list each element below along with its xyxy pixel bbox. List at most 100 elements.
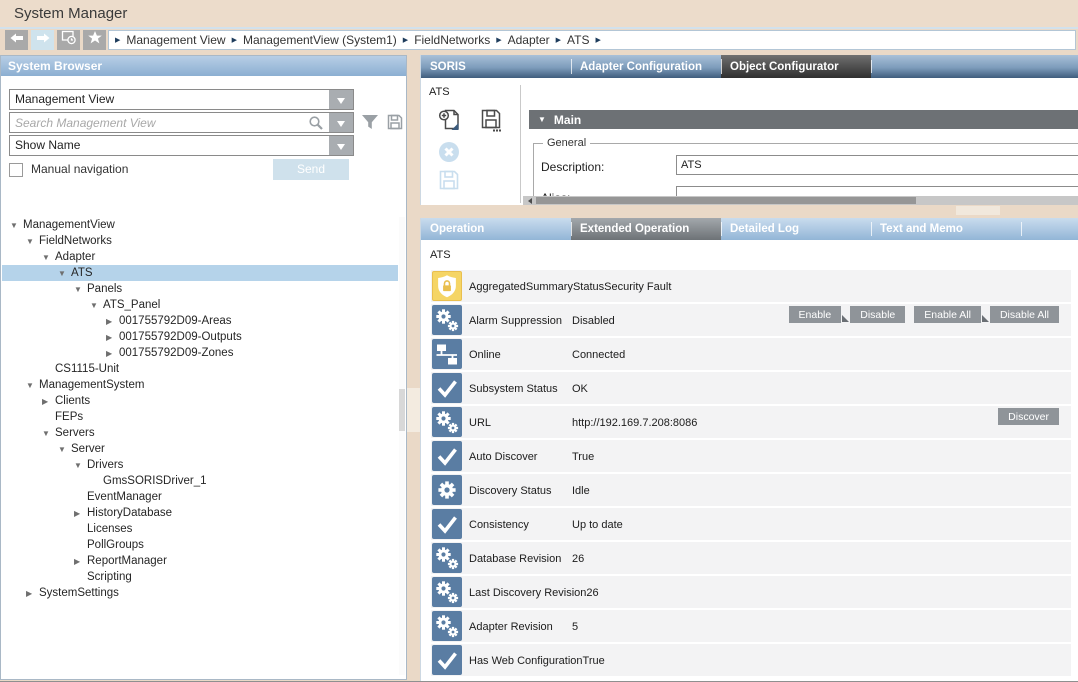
horizontal-scrollbar[interactable]	[523, 196, 1078, 205]
favorites-button[interactable]	[83, 30, 106, 50]
pane-splitter-handle[interactable]	[956, 206, 1000, 215]
view-selector-dropdown[interactable]: Management View	[9, 89, 354, 110]
save-icon[interactable]	[478, 107, 504, 133]
horizontal-scrollbar-thumb[interactable]	[536, 197, 916, 204]
tree-item-ats[interactable]: ▼ATS	[2, 265, 398, 281]
property-name: Consistency	[469, 509, 572, 541]
tree-scrollbar-track[interactable]	[399, 217, 405, 675]
display-mode-dropdown[interactable]: Show Name	[9, 135, 354, 156]
breadcrumb-item-management-view[interactable]: Management View	[126, 33, 225, 47]
tab-object-configurator[interactable]: Object Configurator	[721, 55, 871, 78]
filter-icon[interactable]	[361, 114, 379, 135]
tree-item-server[interactable]: ▼Server	[2, 441, 398, 457]
tree-item-001755792d09-areas[interactable]: ▶001755792D09-Areas	[2, 313, 398, 329]
disable-all-button[interactable]: Disable All	[990, 306, 1059, 323]
tab-separator	[871, 60, 872, 74]
expand-arrow-icon[interactable]: ▼	[42, 253, 55, 262]
check-icon	[432, 645, 462, 675]
tree-item-scripting[interactable]: Scripting	[2, 569, 398, 585]
discover-button[interactable]: Discover	[998, 408, 1059, 425]
tree-item-managementview[interactable]: ▼ManagementView	[2, 217, 398, 233]
expand-arrow-icon[interactable]: ▼	[10, 221, 23, 230]
property-buttons: Enable Disable Enable All Disable All	[789, 306, 1059, 323]
tree-item-feps[interactable]: FEPs	[2, 409, 398, 425]
description-field[interactable]	[676, 155, 1078, 175]
tree-item-managementsystem[interactable]: ▼ManagementSystem	[2, 377, 398, 393]
tab-text-and-memo[interactable]: Text and Memo	[871, 218, 1021, 240]
tree-item-label: ManagementView	[23, 219, 115, 231]
breadcrumb-item-fieldnetworks[interactable]: FieldNetworks	[414, 33, 490, 47]
tree-item-ats-panel[interactable]: ▼ATS_Panel	[2, 297, 398, 313]
property-row-has-web-configuration: Has Web ConfigurationTrue	[431, 644, 1071, 676]
view-selector-value: Management View	[15, 92, 114, 106]
tab-soris[interactable]: SORIS	[421, 55, 571, 78]
tree-item-pollgroups[interactable]: PollGroups	[2, 537, 398, 553]
tab-adapter-configuration[interactable]: Adapter Configuration	[571, 55, 721, 78]
tab-extended-operation[interactable]: Extended Operation	[571, 218, 721, 240]
property-value: Disabled	[572, 315, 615, 327]
tree-item-eventmanager[interactable]: EventManager	[2, 489, 398, 505]
tab-detailed-log[interactable]: Detailed Log	[721, 218, 871, 240]
expand-arrow-icon[interactable]: ▼	[58, 445, 71, 454]
send-button[interactable]: Send	[273, 159, 349, 180]
expand-arrow-icon[interactable]: ▼	[90, 301, 103, 310]
save-filter-icon[interactable]	[386, 113, 404, 136]
expand-arrow-icon[interactable]: ▼	[58, 269, 71, 278]
expand-arrow-icon[interactable]: ▶	[26, 589, 39, 598]
manual-navigation-checkbox[interactable]	[9, 163, 23, 177]
breadcrumb-item-managementview-system1[interactable]: ManagementView (System1)	[243, 33, 397, 47]
expand-arrow-icon[interactable]: ▶	[74, 509, 87, 518]
back-button[interactable]	[5, 30, 28, 50]
tree-item-panels[interactable]: ▼Panels	[2, 281, 398, 297]
tree-item-clients[interactable]: ▶Clients	[2, 393, 398, 409]
expand-arrow-icon[interactable]: ▼	[26, 237, 39, 246]
main-section-header[interactable]: ▼ Main	[529, 110, 1078, 129]
expand-arrow-icon[interactable]: ▼	[74, 285, 87, 294]
expand-arrow-icon[interactable]: ▶	[106, 317, 119, 326]
breadcrumb[interactable]: ▶Management View▶ManagementView (System1…	[108, 30, 1076, 50]
property-row-subsystem-status: Subsystem StatusOK	[431, 372, 1071, 404]
property-value: Security Fault	[604, 281, 671, 293]
forward-button[interactable]	[31, 30, 54, 50]
expand-arrow-icon[interactable]: ▼	[26, 381, 39, 390]
tree-item-001755792d09-outputs[interactable]: ▶001755792D09-Outputs	[2, 329, 398, 345]
recent-views-button[interactable]	[57, 30, 80, 50]
tree-item-servers[interactable]: ▼Servers	[2, 425, 398, 441]
property-name: Discovery Status	[469, 475, 572, 507]
tree-item-reportmanager[interactable]: ▶ReportManager	[2, 553, 398, 569]
tree-item-adapter[interactable]: ▼Adapter	[2, 249, 398, 265]
import-object-icon[interactable]	[436, 107, 462, 133]
breadcrumb-item-adapter[interactable]: Adapter	[508, 33, 550, 47]
tree-item-systemsettings[interactable]: ▶SystemSettings	[2, 585, 398, 601]
enable-all-button[interactable]: Enable All	[914, 306, 981, 323]
chevron-down-icon[interactable]	[328, 136, 353, 155]
tree-item-drivers[interactable]: ▼Drivers	[2, 457, 398, 473]
gears-icon	[432, 407, 462, 437]
chevron-down-icon[interactable]	[328, 90, 353, 109]
extended-operation-pane: OperationExtended OperationDetailed LogT…	[420, 218, 1078, 682]
search-input[interactable]	[10, 113, 328, 132]
tab-operation[interactable]: Operation	[421, 218, 571, 240]
description-label: Description:	[541, 160, 604, 174]
expand-arrow-icon[interactable]: ▼	[74, 461, 87, 470]
expand-arrow-icon[interactable]: ▼	[42, 429, 55, 438]
tree-item-fieldnetworks[interactable]: ▼FieldNetworks	[2, 233, 398, 249]
tree-item-001755792d09-zones[interactable]: ▶001755792D09-Zones	[2, 345, 398, 361]
tree-item-licenses[interactable]: Licenses	[2, 521, 398, 537]
expand-arrow-icon[interactable]: ▶	[42, 397, 55, 406]
tree-item-historydatabase[interactable]: ▶HistoryDatabase	[2, 505, 398, 521]
tree-scrollbar-thumb[interactable]	[399, 389, 405, 431]
enable-button[interactable]: Enable	[789, 306, 842, 323]
panel-splitter-handle[interactable]	[407, 388, 420, 432]
tree-item-cs1115-unit[interactable]: CS1115-Unit	[2, 361, 398, 377]
disable-button[interactable]: Disable	[850, 306, 905, 323]
chevron-down-icon[interactable]	[328, 113, 353, 132]
tree-item-gmssorisdriver-1[interactable]: GmsSORISDriver_1	[2, 473, 398, 489]
expand-arrow-icon[interactable]: ▶	[106, 333, 119, 342]
expand-arrow-icon[interactable]: ▶	[106, 349, 119, 358]
expand-arrow-icon[interactable]: ▶	[74, 557, 87, 566]
scroll-left-arrow-icon[interactable]	[525, 198, 532, 204]
breadcrumb-item-ats[interactable]: ATS	[567, 33, 589, 47]
breadcrumb-arrow-icon: ▶	[115, 36, 120, 44]
property-value: True	[583, 655, 605, 667]
